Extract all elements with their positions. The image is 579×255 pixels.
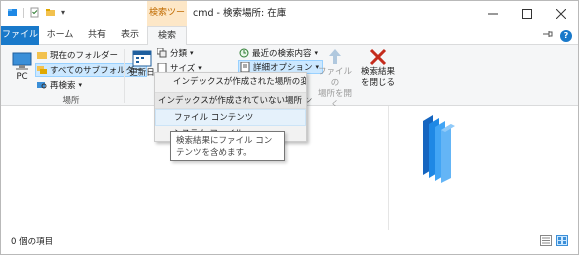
details-view-icon[interactable] (540, 235, 552, 249)
item-count: 0 個の項目 (11, 237, 54, 247)
close-button[interactable] (544, 1, 578, 26)
kind-icon (157, 48, 167, 58)
preview-pane (388, 106, 578, 230)
recent-searches-button[interactable]: 最近の検索内容 ▾ (239, 46, 318, 60)
help-icon[interactable]: ? (560, 29, 572, 42)
chevron-down-icon: ▾ (78, 81, 83, 89)
close-search-button[interactable]: 検索結果 を閉じる (357, 47, 399, 89)
search-again-icon (37, 82, 47, 89)
date-modified-button[interactable]: 更新日 (127, 48, 157, 79)
recent-searches-icon (239, 48, 249, 58)
pc-label: PC (16, 72, 28, 82)
window-title: cmd - 検索場所: 在庫 (193, 8, 287, 19)
properties-icon[interactable] (29, 7, 40, 18)
library-stack-icon (419, 113, 459, 186)
open-location-icon (329, 49, 341, 64)
tab-view[interactable]: 表示 (115, 26, 145, 45)
large-icons-view-icon[interactable] (556, 235, 568, 249)
new-folder-icon[interactable] (45, 7, 56, 18)
tab-file[interactable]: ファイル (1, 26, 39, 45)
tab-search[interactable]: 検索 (147, 26, 187, 46)
menu-item-file-contents[interactable]: ファイル コンテンツ (155, 109, 306, 126)
group-separator (124, 49, 125, 103)
open-file-location-button[interactable]: ファイルの 場所を開く (314, 47, 356, 111)
tab-home[interactable]: ホーム (41, 26, 79, 45)
advanced-options-icon (240, 62, 250, 72)
close-x-icon (369, 48, 387, 66)
explorer-window: ▾ 検索ツール cmd - 検索場所: 在庫 ファイル ホーム 共有 表示 検索… (0, 0, 579, 255)
view-toggle (540, 235, 568, 249)
recent-searches-label: 最近の検索内容 (252, 49, 312, 59)
minimize-button[interactable] (476, 1, 510, 26)
close-search-label: 検索結果 を閉じる (360, 67, 395, 88)
subfolders-icon (37, 66, 47, 74)
chevron-down-icon: ▾ (190, 49, 194, 57)
search-again-button[interactable]: 再検索 ▾ (37, 78, 82, 92)
location-group-label: 場所 (62, 96, 80, 106)
folder-icon (37, 52, 47, 59)
pc-button[interactable]: PC (9, 50, 35, 83)
pin-ribbon-icon[interactable] (542, 29, 554, 42)
title-bar: ▾ 検索ツール cmd - 検索場所: 在庫 (1, 1, 578, 43)
chevron-down-icon: ▾ (198, 64, 202, 72)
current-folder-button[interactable]: 現在のフォルダー (37, 48, 118, 62)
search-tools-context-label: 検索ツール (147, 1, 187, 43)
kind-button[interactable]: 分類 ▾ (157, 46, 194, 60)
ribbon-right-controls: ? (542, 29, 572, 42)
tab-share[interactable]: 共有 (81, 26, 113, 45)
open-location-label: ファイルの 場所を開く (317, 67, 352, 110)
menu-item-change-indexed-locations[interactable]: インデックスが作成された場所の変更 (155, 74, 306, 91)
calendar-icon (132, 50, 152, 67)
maximize-button[interactable] (510, 1, 544, 26)
menu-header-non-indexed: インデックスが作成されていない場所 (155, 92, 306, 109)
search-again-label: 再検索 (50, 81, 76, 91)
ribbon-tabs: ファイル ホーム 共有 表示 検索 ? (1, 26, 578, 46)
window-controls (476, 1, 578, 26)
status-bar: 0 個の項目 (1, 230, 578, 254)
kind-label: 分類 (170, 49, 188, 59)
current-folder-label: 現在のフォルダー (50, 51, 119, 61)
date-modified-label: 更新日 (129, 68, 155, 78)
quick-access-toolbar: ▾ (7, 7, 65, 18)
folder-app-icon (7, 7, 18, 18)
pc-icon (12, 52, 32, 70)
qat-dropdown-icon[interactable]: ▾ (61, 8, 65, 17)
tooltip: 検索結果にファイル コンテンツを含めます。 (170, 131, 285, 161)
